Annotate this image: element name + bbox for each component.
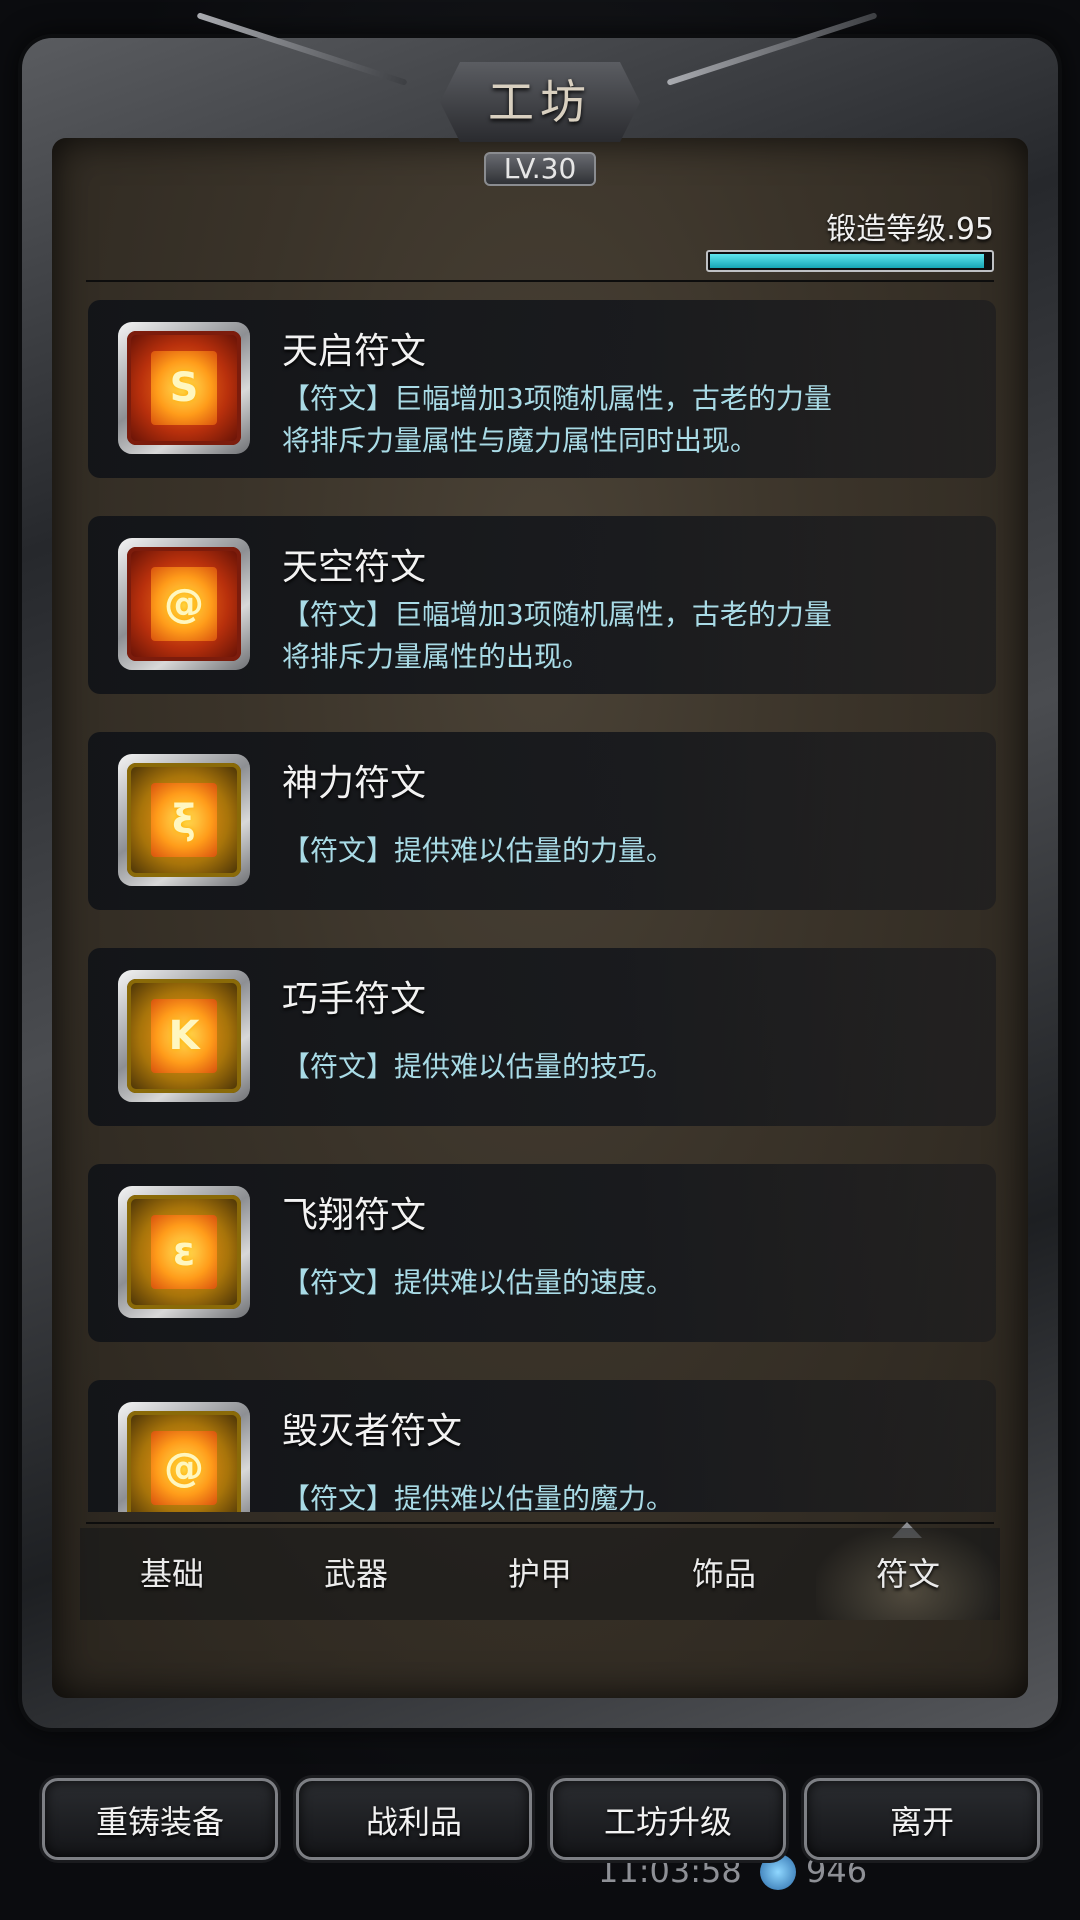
rune-list-item[interactable]: K 巧手符文【符文】提供难以估量的技巧。: [88, 948, 996, 1126]
rune-name: 巧手符文: [282, 979, 427, 1020]
rune-icon-frame: @: [118, 538, 250, 670]
forge-progress-bar: [706, 250, 994, 272]
rune-scroll-icon: @: [151, 567, 217, 641]
workshop-level-badge: LV.30: [484, 152, 596, 186]
header-divider: [86, 280, 994, 282]
rune-icon-frame: @: [118, 1402, 250, 1512]
rune-icon-background: @: [127, 547, 241, 661]
tab-basic[interactable]: 基础: [80, 1528, 264, 1620]
rune-name: 飞翔符文: [282, 1195, 427, 1236]
rune-description: 【符文】提供难以估量的技巧。: [282, 1046, 982, 1088]
tab-armor[interactable]: 护甲: [448, 1528, 632, 1620]
rune-description: 【符文】提供难以估量的魔力。: [282, 1478, 982, 1512]
rune-scroll-icon: K: [151, 999, 217, 1073]
rune-list-item[interactable]: @ 天空符文【符文】巨幅增加3项随机属性，古老的力量 将排斥力量属性的出现。: [88, 516, 996, 694]
rune-description-line: 【符文】提供难以估量的魔力。: [282, 1482, 675, 1512]
rune-icon-frame: K: [118, 970, 250, 1102]
rune-glyph-icon: @: [164, 581, 204, 627]
rune-scroll-icon: ε: [151, 1215, 217, 1289]
rune-list-item[interactable]: @ 毁灭者符文【符文】提供难以估量的魔力。: [88, 1380, 996, 1512]
rune-list-item[interactable]: S 天启符文【符文】巨幅增加3项随机属性，古老的力量 将排斥力量属性与魔力属性同时出…: [88, 300, 996, 478]
forge-progress-fill: [710, 254, 985, 268]
tab-weapon[interactable]: 武器: [264, 1528, 448, 1620]
rune-glyph-icon: ξ: [172, 797, 196, 843]
rune-description-line: 【符文】提供难以估量的速度。: [282, 1266, 675, 1299]
window-title: 工坊: [488, 75, 592, 129]
tab-rune[interactable]: 符文: [816, 1528, 1000, 1620]
rune-description: 【符文】巨幅增加3项随机属性，古老的力量 将排斥力量属性的出现。: [282, 594, 982, 678]
rune-icon-background: ξ: [127, 763, 241, 877]
rune-name: 天空符文: [282, 547, 427, 588]
rune-description: 【符文】巨幅增加3项随机属性，古老的力量 将排斥力量属性与魔力属性同时出现。: [282, 378, 982, 462]
rune-icon-background: ε: [127, 1195, 241, 1309]
rune-description-line: 将排斥力量属性的出现。: [282, 640, 591, 673]
rune-name: 天启符文: [282, 331, 427, 372]
rune-scroll-icon: @: [151, 1431, 217, 1505]
rune-icon-background: S: [127, 331, 241, 445]
rune-glyph-icon: K: [168, 1013, 200, 1059]
reforge-equipment-button[interactable]: 重铸装备: [42, 1778, 278, 1860]
leave-button[interactable]: 离开: [804, 1778, 1040, 1860]
rune-list-item[interactable]: ξ 神力符文【符文】提供难以估量的力量。: [88, 732, 996, 910]
rune-glyph-icon: S: [169, 365, 199, 411]
rune-icon-background: K: [127, 979, 241, 1093]
tab-accessory[interactable]: 饰品: [632, 1528, 816, 1620]
rune-icon-frame: ξ: [118, 754, 250, 886]
workshop-upgrade-button[interactable]: 工坊升级: [550, 1778, 786, 1860]
rune-description: 【符文】提供难以估量的速度。: [282, 1262, 982, 1304]
rune-glyph-icon: ε: [172, 1229, 196, 1275]
rune-list-item[interactable]: ε 飞翔符文【符文】提供难以估量的速度。: [88, 1164, 996, 1342]
rune-description: 【符文】提供难以估量的力量。: [282, 830, 982, 872]
list-divider: [86, 1522, 994, 1524]
forge-level-label: 锻造等级.95: [826, 212, 994, 247]
rune-icon-background: @: [127, 1411, 241, 1512]
loot-button[interactable]: 战利品: [296, 1778, 532, 1860]
rune-list[interactable]: S 天启符文【符文】巨幅增加3项随机属性，古老的力量 将排斥力量属性与魔力属性同时出…: [88, 300, 996, 1512]
rune-icon-frame: ε: [118, 1186, 250, 1318]
rune-name: 神力符文: [282, 763, 427, 804]
rune-description-line: 【符文】提供难以估量的技巧。: [282, 1050, 675, 1083]
rune-icon-frame: S: [118, 322, 250, 454]
rune-name: 毁灭者符文: [282, 1411, 463, 1452]
category-tabs: 基础 武器 护甲 饰品 符文: [80, 1528, 1000, 1620]
rune-description-line: 【符文】巨幅增加3项随机属性，古老的力量: [282, 598, 832, 631]
rune-glyph-icon: @: [164, 1445, 204, 1491]
rune-description-line: 【符文】提供难以估量的力量。: [282, 834, 675, 867]
rune-description-line: 【符文】巨幅增加3项随机属性，古老的力量: [282, 382, 832, 415]
rune-scroll-icon: ξ: [151, 783, 217, 857]
rune-description-line: 将排斥力量属性与魔力属性同时出现。: [282, 424, 759, 457]
rune-scroll-icon: S: [151, 351, 217, 425]
